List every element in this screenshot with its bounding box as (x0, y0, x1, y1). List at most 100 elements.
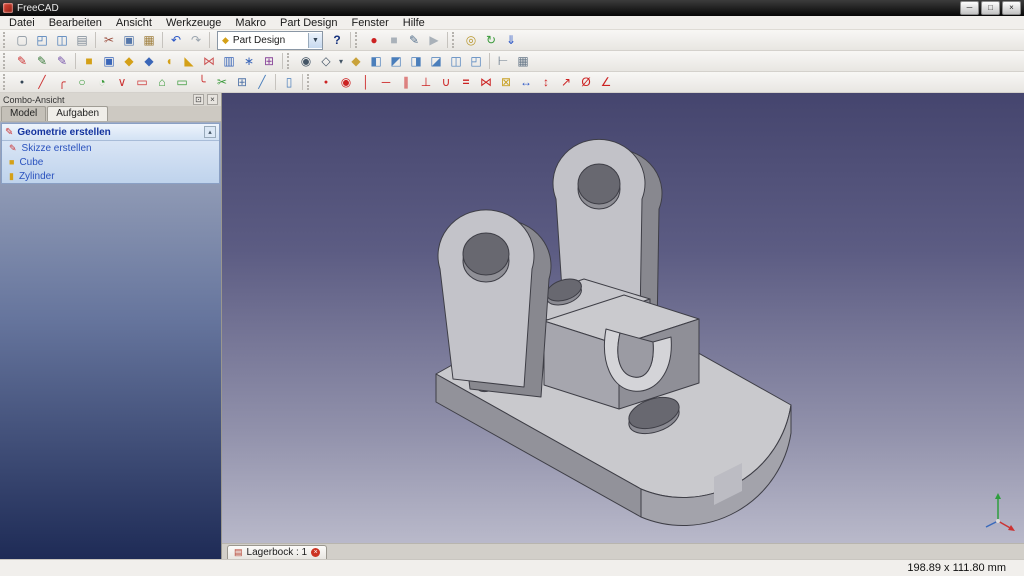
rectangle-icon[interactable]: ▭ (133, 73, 151, 91)
view-front-icon[interactable]: ◧ (367, 52, 385, 70)
redo-icon[interactable]: ↷ (187, 31, 205, 49)
document-tab-lagerbock[interactable]: ▤ Lagerbock : 1 × (227, 545, 328, 559)
macro-record-icon[interactable]: ● (365, 31, 383, 49)
trim-icon[interactable]: ✂ (213, 73, 231, 91)
slot-icon[interactable]: ▭ (173, 73, 191, 91)
constraint-parallel-icon[interactable]: ∥ (397, 73, 415, 91)
new-document-icon[interactable]: ▢ (13, 31, 31, 49)
task-item-cube[interactable]: ■ Cube (2, 155, 219, 169)
download-icon[interactable]: ⇓ (502, 31, 520, 49)
toolbar-handle[interactable] (355, 32, 360, 48)
circle-icon[interactable]: ○ (73, 73, 91, 91)
toolbar-handle[interactable] (287, 53, 292, 69)
task-item-zylinder[interactable]: ▮ Zylinder (2, 169, 219, 183)
groove-icon[interactable]: ◆ (140, 52, 158, 70)
constraint-vertical-distance-icon[interactable]: ↕ (537, 73, 555, 91)
undo-icon[interactable]: ↶ (167, 31, 185, 49)
fillet-sketch-icon[interactable]: ╰ (193, 73, 211, 91)
menu-ansicht[interactable]: Ansicht (109, 16, 159, 30)
macro-stop-icon[interactable]: ■ (385, 31, 403, 49)
constraint-distance-icon[interactable]: ↗ (557, 73, 575, 91)
tab-model[interactable]: Model (1, 106, 47, 121)
whats-this-icon[interactable]: ? (328, 31, 346, 49)
line-icon[interactable]: ╱ (33, 73, 51, 91)
arc-icon[interactable]: ╭ (53, 73, 71, 91)
measure-distance-icon[interactable]: ⊢ (494, 52, 512, 70)
fillet-icon[interactable]: ◖ (160, 52, 178, 70)
paste-icon[interactable]: ▦ (140, 31, 158, 49)
menu-makro[interactable]: Makro (228, 16, 273, 30)
view-rear-icon[interactable]: ◪ (427, 52, 445, 70)
close-panel-icon[interactable]: × (207, 94, 218, 105)
maximize-button[interactable]: □ (981, 1, 1000, 15)
menu-fenster[interactable]: Fenster (344, 16, 395, 30)
draw-style-arrow-icon[interactable]: ▾ (337, 52, 345, 70)
close-button[interactable]: × (1002, 1, 1021, 15)
close-tab-icon[interactable]: × (311, 548, 321, 557)
constraint-angle-icon[interactable]: ∠ (597, 73, 615, 91)
draw-style-icon[interactable]: ◇ (317, 52, 335, 70)
constraint-coincident-icon[interactable]: ● (317, 73, 335, 91)
constraint-vertical-icon[interactable]: │ (357, 73, 375, 91)
linear-pattern-icon[interactable]: ▥ (220, 52, 238, 70)
save-icon[interactable]: ◫ (53, 31, 71, 49)
menu-bearbeiten[interactable]: Bearbeiten (42, 16, 109, 30)
pocket-icon[interactable]: ▣ (100, 52, 118, 70)
external-geometry-icon[interactable]: ⊞ (233, 73, 251, 91)
3d-viewport[interactable] (222, 93, 1024, 543)
point-icon[interactable]: ● (13, 73, 31, 91)
task-item-skizze-erstellen[interactable]: ✎ Skizze erstellen (2, 141, 219, 155)
sketch-view-icon[interactable]: ▯ (280, 73, 298, 91)
constraint-radius-icon[interactable]: Ø (577, 73, 595, 91)
workbench-selector[interactable]: ◆ Part Design ▼ (217, 30, 323, 50)
view-isometric-icon[interactable]: ◆ (347, 52, 365, 70)
toolbar-handle[interactable] (3, 53, 8, 69)
mirrored-icon[interactable]: ⋈ (200, 52, 218, 70)
polyline-icon[interactable]: ∨ (113, 73, 131, 91)
view-bottom-icon[interactable]: ◫ (447, 52, 465, 70)
dock-panel-icon[interactable]: ⊡ (193, 94, 204, 105)
tab-aufgaben[interactable]: Aufgaben (47, 106, 109, 121)
menu-datei[interactable]: Datei (2, 16, 42, 30)
constraint-horizontal-distance-icon[interactable]: ↔ (517, 73, 535, 91)
toolbar-handle[interactable] (3, 74, 8, 90)
multitransform-icon[interactable]: ⊞ (260, 52, 278, 70)
toolbar-handle[interactable] (3, 32, 8, 48)
menu-werkzeuge[interactable]: Werkzeuge (159, 16, 228, 30)
revolution-icon[interactable]: ◆ (120, 52, 138, 70)
menu-hilfe[interactable]: Hilfe (396, 16, 432, 30)
view-left-icon[interactable]: ◰ (467, 52, 485, 70)
macro-edit-icon[interactable]: ✎ (405, 31, 423, 49)
pad-icon[interactable]: ■ (80, 52, 98, 70)
constraint-equal-icon[interactable]: = (457, 73, 475, 91)
constraint-horizontal-icon[interactable]: ─ (377, 73, 395, 91)
copy-icon[interactable]: ▣ (120, 31, 138, 49)
constraint-point-on-object-icon[interactable]: ◉ (337, 73, 355, 91)
toolbar-handle[interactable] (452, 32, 457, 48)
polar-pattern-icon[interactable]: ∗ (240, 52, 258, 70)
dropdown-arrow-icon[interactable]: ▼ (308, 32, 322, 48)
scene-inspector-icon[interactable]: ▦ (514, 52, 532, 70)
collapse-icon[interactable]: ▴ (204, 126, 216, 138)
fit-all-icon[interactable]: ◉ (297, 52, 315, 70)
minimize-button[interactable]: ─ (960, 1, 979, 15)
constraint-tangent-icon[interactable]: ∪ (437, 73, 455, 91)
construction-mode-icon[interactable]: ╱ (253, 73, 271, 91)
map-sketch-icon[interactable]: ✎ (53, 52, 71, 70)
menu-part-design[interactable]: Part Design (273, 16, 344, 30)
view-top-icon[interactable]: ◩ (387, 52, 405, 70)
create-sketch-icon[interactable]: ✎ (13, 52, 31, 70)
chamfer-icon[interactable]: ◣ (180, 52, 198, 70)
open-folder-icon[interactable]: ◰ (33, 31, 51, 49)
toolbar-handle[interactable] (307, 74, 312, 90)
print-icon[interactable]: ▤ (73, 31, 91, 49)
edit-sketch-icon[interactable]: ✎ (33, 52, 51, 70)
conic-icon[interactable]: ◔ (93, 73, 111, 91)
polygon-icon[interactable]: ⌂ (153, 73, 171, 91)
web-browser-icon[interactable]: ◎ (462, 31, 480, 49)
macro-play-icon[interactable]: ▶ (425, 31, 443, 49)
view-right-icon[interactable]: ◨ (407, 52, 425, 70)
constraint-lock-icon[interactable]: ⊠ (497, 73, 515, 91)
constraint-symmetric-icon[interactable]: ⋈ (477, 73, 495, 91)
refresh-icon[interactable]: ↻ (482, 31, 500, 49)
